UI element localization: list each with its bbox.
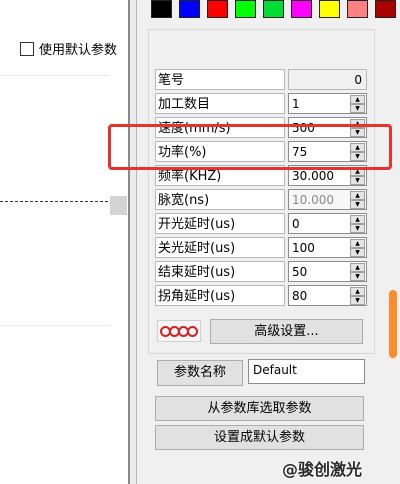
spin-control: ▲ ▼: [350, 239, 365, 257]
spin-down-icon[interactable]: ▼: [350, 224, 365, 233]
spin-control: ▲ ▼: [350, 287, 365, 305]
param-value-field[interactable]: 80 ▲ ▼: [288, 285, 367, 306]
param-row: 拐角延时(us) 80 ▲ ▼: [155, 285, 367, 308]
pen-color-swatch[interactable]: [179, 0, 200, 18]
grid-line: [0, 75, 110, 76]
spin-control: ▲ ▼: [350, 191, 365, 209]
param-row: 加工数目 1 ▲ ▼: [155, 93, 367, 116]
pen-color-swatch[interactable]: [319, 0, 340, 18]
param-value: 30.000: [292, 169, 334, 183]
param-label: 加工数目: [155, 93, 285, 114]
set-default-button[interactable]: 设置成默认参数: [155, 425, 364, 450]
param-row: 脉宽(ns) 10.000 ▲ ▼: [155, 189, 367, 212]
pen-color-swatch[interactable]: [263, 0, 284, 18]
param-value-field[interactable]: 0 ▲ ▼: [288, 213, 367, 234]
spin-down-icon[interactable]: ▼: [350, 296, 365, 305]
splitter-handle[interactable]: [110, 196, 127, 215]
param-row: 开光延时(us) 0 ▲ ▼: [155, 213, 367, 236]
spin-down-icon[interactable]: ▼: [350, 248, 365, 257]
use-default-label: 使用默认参数: [39, 43, 118, 58]
param-label: 拐角延时(us): [155, 285, 285, 306]
param-value: 0: [292, 217, 300, 231]
spin-up-icon[interactable]: ▲: [350, 263, 365, 272]
param-label: 笔号: [155, 69, 285, 90]
spin-down-icon[interactable]: ▼: [350, 200, 365, 209]
param-value-field: 0: [288, 69, 367, 90]
pen-color-swatch[interactable]: [291, 0, 312, 18]
param-value: 50: [292, 265, 308, 279]
spin-down-icon[interactable]: ▼: [350, 176, 365, 185]
param-name-button[interactable]: 参数名称: [157, 360, 243, 386]
watermark: @骏创激光: [282, 460, 363, 479]
param-value-field[interactable]: 50 ▲ ▼: [288, 261, 367, 282]
pen-color-swatch[interactable]: [347, 0, 368, 18]
spin-up-icon[interactable]: ▲: [350, 239, 365, 248]
pen-color-swatch[interactable]: [151, 0, 172, 18]
spin-control: ▲ ▼: [350, 215, 365, 233]
spin-control: ▲ ▼: [350, 95, 365, 113]
param-label: 结束延时(us): [155, 261, 285, 282]
param-value-field[interactable]: 100 ▲ ▼: [288, 237, 367, 258]
param-name-field[interactable]: Default: [248, 359, 365, 384]
param-label: 开光延时(us): [155, 213, 285, 234]
param-label: 脉宽(ns): [155, 189, 285, 210]
spin-up-icon[interactable]: ▲: [350, 215, 365, 224]
grid-line: [0, 325, 110, 326]
spin-up-icon[interactable]: ▲: [350, 191, 365, 200]
pen-color-swatch[interactable]: [207, 0, 228, 18]
param-row: 笔号 0: [155, 69, 367, 92]
param-value-field[interactable]: 1 ▲ ▼: [288, 93, 367, 114]
param-value: 10.000: [292, 193, 334, 207]
spin-up-icon[interactable]: ▲: [350, 287, 365, 296]
pen-color-swatch[interactable]: [375, 0, 396, 18]
select-from-library-button[interactable]: 从参数库选取参数: [155, 396, 364, 421]
advanced-settings-button[interactable]: 高级设置...: [210, 319, 363, 344]
spin-up-icon[interactable]: ▲: [350, 95, 365, 104]
param-label: 关光延时(us): [155, 237, 285, 258]
param-row: 关光延时(us) 100 ▲ ▼: [155, 237, 367, 260]
param-row: 结束延时(us) 50 ▲ ▼: [155, 261, 367, 284]
laser-logo: [157, 320, 201, 342]
param-value: 100: [292, 241, 315, 255]
dashed-guide-line: [0, 201, 108, 202]
param-value: 1: [292, 97, 300, 111]
spin-down-icon[interactable]: ▼: [350, 272, 365, 281]
param-value-field[interactable]: 10.000 ▲ ▼: [288, 189, 367, 210]
scrollbar-thumb[interactable]: [389, 290, 397, 358]
use-default-checkbox[interactable]: [20, 41, 34, 56]
panel-splitter[interactable]: [130, 0, 137, 484]
param-value: 0: [354, 73, 362, 87]
drawing-canvas[interactable]: [0, 0, 128, 484]
param-value: 80: [292, 289, 308, 303]
use-default-params-option[interactable]: 使用默认参数: [20, 39, 117, 58]
spin-down-icon[interactable]: ▼: [350, 104, 365, 113]
highlight-box: [108, 124, 392, 170]
spin-control: ▲ ▼: [350, 263, 365, 281]
pen-color-swatch[interactable]: [235, 0, 256, 18]
